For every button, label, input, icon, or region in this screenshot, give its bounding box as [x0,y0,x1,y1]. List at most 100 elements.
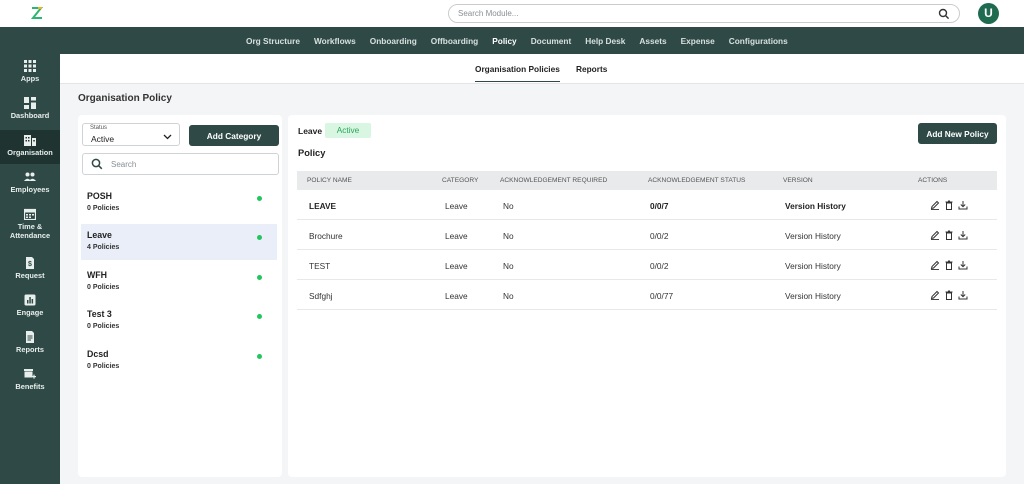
module-org-structure[interactable]: Org Structure [246,36,300,46]
policy-panel: Leave Active Add New Policy Policy POLIC… [288,115,1006,477]
benefits-icon [24,369,36,379]
app-logo-icon[interactable] [30,6,44,20]
table-row: Sdfghj Leave No 0/0/77 Version History [297,280,997,310]
delete-icon[interactable] [944,230,954,240]
column-header-version: VERSION [783,177,813,184]
version-history-link[interactable]: Version History [785,261,841,271]
status-select-value: Active [91,134,115,144]
row-actions [930,200,972,210]
sidebar-item-request[interactable]: $ Request [0,255,60,287]
version-history-link[interactable]: Version History [785,201,846,211]
module-workflows[interactable]: Workflows [314,36,356,46]
policy-category: Leave [445,291,468,301]
selected-category-name: Leave [298,126,323,136]
main-sidebar: Apps Dashboard Organisation Employees Ti… [0,54,60,484]
status-dot-icon [257,314,262,319]
sidebar-item-apps[interactable]: Apps [0,58,60,90]
module-onboarding[interactable]: Onboarding [370,36,417,46]
people-icon [24,172,36,181]
download-icon[interactable] [958,260,968,270]
category-search-placeholder: Search [111,160,137,169]
policy-name[interactable]: LEAVE [309,201,336,211]
category-item-wfh[interactable]: WFH 0 Policies [81,264,277,300]
module-nav: Org Structure Workflows Onboarding Offbo… [0,27,1024,54]
edit-icon[interactable] [930,260,940,270]
add-category-button[interactable]: Add Category [189,125,279,146]
column-header-policy-name: POLICY NAME [307,177,352,184]
module-expense[interactable]: Expense [681,36,715,46]
download-icon[interactable] [958,230,968,240]
module-offboarding[interactable]: Offboarding [431,36,478,46]
column-header-actions: ACTIONS [918,177,948,184]
row-actions [930,230,972,240]
row-actions [930,290,972,300]
status-select[interactable]: Status Active [82,123,180,146]
module-help-desk[interactable]: Help Desk [585,36,625,46]
policy-ack-status[interactable]: 0/0/2 [650,261,668,271]
status-badge: Active [325,123,371,138]
category-name: Test 3 [87,309,112,319]
sidebar-item-benefits[interactable]: Benefits [0,366,60,398]
sidebar-item-dashboard[interactable]: Dashboard [0,95,60,127]
status-dot-icon [257,275,262,280]
sidebar-item-organisation[interactable]: Organisation [0,130,60,164]
delete-icon[interactable] [944,290,954,300]
tab-organisation-policies[interactable]: Organisation Policies [475,64,560,82]
category-panel: Status Active Add Category Search POSH 0… [78,115,282,477]
download-icon[interactable] [958,290,968,300]
module-search-placeholder: Search Module... [458,9,519,18]
category-item-test-3[interactable]: Test 3 0 Policies [81,303,277,339]
add-new-policy-button[interactable]: Add New Policy [918,123,997,144]
dashboard-icon [24,97,36,109]
chevron-down-icon [163,134,172,140]
category-item-leave[interactable]: Leave 4 Policies [81,224,277,260]
tab-reports[interactable]: Reports [576,64,607,74]
edit-icon[interactable] [930,290,940,300]
policy-ack-status[interactable]: 0/0/77 [650,291,673,301]
sidebar-item-time-attendance[interactable]: Time & Attendance [0,206,60,250]
section-title: Policy [298,148,326,158]
policy-ack-required: No [503,291,514,301]
policy-table-header: POLICY NAME CATEGORY ACKNOWLEDGEMENT REQ… [297,171,997,190]
svg-text:$: $ [28,261,32,268]
table-row: LEAVE Leave No 0/0/7 Version History [297,190,997,220]
module-policy[interactable]: Policy [492,36,516,46]
delete-icon[interactable] [944,200,954,210]
edit-icon[interactable] [930,230,940,240]
policy-ack-required: No [503,201,514,211]
policy-name[interactable]: Brochure [309,231,343,241]
edit-icon[interactable] [930,200,940,210]
top-bar: Search Module... U [0,0,1024,27]
category-count: 0 Policies [87,363,120,370]
module-search-input[interactable]: Search Module... [448,4,960,23]
policy-ack-status[interactable]: 0/0/2 [650,231,668,241]
policy-category: Leave [445,231,468,241]
policy-name[interactable]: TEST [309,261,330,271]
module-configurations[interactable]: Configurations [729,36,788,46]
category-name: WFH [87,270,108,280]
sidebar-item-reports[interactable]: Reports [0,329,60,361]
calendar-icon [24,208,36,220]
delete-icon[interactable] [944,260,954,270]
status-select-label: Status [90,125,108,131]
category-search-input[interactable]: Search [82,153,279,175]
policy-name[interactable]: Sdfghj [309,291,333,301]
version-history-link[interactable]: Version History [785,231,841,241]
policy-ack-status[interactable]: 0/0/7 [650,201,668,211]
module-assets[interactable]: Assets [639,36,666,46]
category-count: 0 Policies [87,284,120,291]
category-item-dcsd[interactable]: Dcsd 0 Policies [81,343,277,379]
category-item-posh[interactable]: POSH 0 Policies [81,185,277,221]
sidebar-item-employees[interactable]: Employees [0,169,60,201]
search-icon[interactable] [938,8,950,20]
policy-category: Leave [445,201,468,211]
user-avatar[interactable]: U [978,3,999,24]
module-document[interactable]: Document [531,36,572,46]
sidebar-item-engage[interactable]: Engage [0,292,60,324]
category-count: 0 Policies [87,205,120,212]
status-dot-icon [257,235,262,240]
category-name: POSH [87,191,112,201]
download-icon[interactable] [958,200,968,210]
page-title: Organisation Policy [78,93,172,104]
version-history-link[interactable]: Version History [785,291,841,301]
